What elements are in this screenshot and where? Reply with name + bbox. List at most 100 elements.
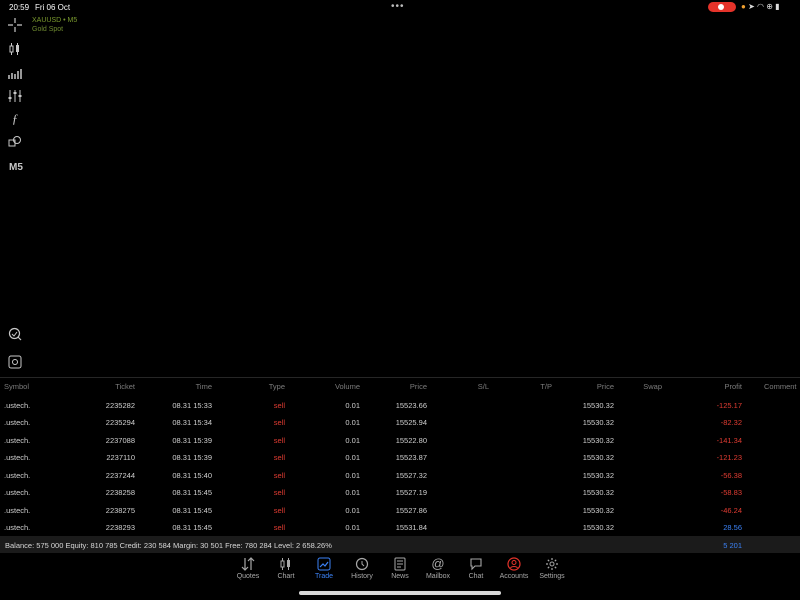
cell-symbol: .ustech. [4,453,31,462]
col-ticket[interactable]: Ticket [95,382,135,391]
nav-history[interactable]: History [342,557,382,580]
cell-profit: -56.38 [720,471,742,480]
nav-quotes[interactable]: Quotes [228,557,268,580]
cell-current-price: 15530.32 [582,488,614,497]
cell-volume: 0.01 [345,471,360,480]
cell-symbol: .ustech. [4,488,31,497]
cell-profit: -121.23 [716,453,742,462]
table-row[interactable]: .ustech. 2235282 08.31 15:33 sell 0.01 1… [0,398,800,415]
status-date: Fri 06 Oct [35,3,71,12]
cell-profit: 28.56 [723,523,742,532]
symbol-description: Gold Spot [32,26,64,33]
cell-time: 08.31 15:40 [172,471,212,480]
cell-time: 08.31 15:45 [172,488,212,497]
cell-price: 15522.80 [395,436,427,445]
account-icon [494,557,534,571]
nav-label: Quotes [236,573,260,580]
cell-ticket: 2238293 [105,523,135,532]
cell-ticket: 2235282 [105,401,135,410]
nav-label: Chat [468,573,484,580]
col-profit[interactable]: Profit [702,382,742,391]
nav-mailbox[interactable]: @ Mailbox [418,557,458,581]
col-volume[interactable]: Volume [320,382,360,391]
status-bar: 20:59 Fri 06 Oct ••• ● ➤ ◠ ⊕ ▮ [0,0,800,14]
cell-time: 08.31 15:33 [172,401,212,410]
table-row[interactable]: .ustech. 2237110 08.31 15:39 sell 0.01 1… [0,450,800,467]
table-row[interactable]: .ustech. 2238275 08.31 15:45 sell 0.01 1… [0,503,800,520]
screen-recording-icon[interactable] [708,2,736,12]
col-type[interactable]: Type [245,382,285,391]
cell-profit: -125.17 [716,401,742,410]
cell-type: sell [273,436,285,445]
candlestick-icon[interactable] [7,41,23,57]
cell-volume: 0.01 [345,436,360,445]
table-row[interactable]: .ustech. 2237244 08.31 15:40 sell 0.01 1… [0,468,800,485]
function-icon[interactable]: ƒ [7,111,23,127]
screenshot-icon[interactable] [7,354,23,370]
cell-type: sell [273,453,285,462]
cell-time: 08.31 15:39 [172,436,212,445]
cell-type: sell [273,471,285,480]
table-row[interactable]: .ustech. 2237088 08.31 15:39 sell 0.01 1… [0,433,800,450]
col-sl[interactable]: S/L [449,382,489,391]
cell-price: 15527.32 [395,471,427,480]
nav-chat[interactable]: Chat [456,557,496,580]
nav-label: Settings [539,573,565,580]
cell-ticket: 2237110 [106,453,135,462]
cell-ticket: 2238275 [105,506,135,515]
cell-price: 15527.86 [395,506,427,515]
cell-time: 08.31 15:39 [172,453,212,462]
table-row[interactable]: .ustech. 2235294 08.31 15:34 sell 0.01 1… [0,415,800,432]
cell-current-price: 15530.32 [582,506,614,515]
nav-trade[interactable]: Trade [304,557,344,580]
col-comment[interactable]: Comment [764,382,797,391]
nav-settings[interactable]: Settings [532,557,572,580]
cell-symbol: .ustech. [4,436,31,445]
col-tp[interactable]: T/P [512,382,552,391]
col-current-price[interactable]: Price [574,382,614,391]
news-icon [380,557,420,571]
cell-ticket: 2238258 [105,488,135,497]
cell-type: sell [273,506,285,515]
cell-symbol: .ustech. [4,418,31,427]
col-swap[interactable]: Swap [622,382,662,391]
status-time: 20:59 [9,3,30,12]
table-row[interactable]: .ustech. 2238293 08.31 15:45 sell 0.01 1… [0,520,800,537]
table-row[interactable]: .ustech. 2238258 08.31 15:45 sell 0.01 1… [0,485,800,502]
cell-price: 15527.19 [395,488,427,497]
symbol-timeframe: M5 [67,17,78,24]
quotes-icon [228,557,268,571]
cell-current-price: 15530.32 [582,418,614,427]
shapes-icon[interactable] [7,134,23,150]
col-time[interactable]: Time [172,382,212,391]
crosshair-icon[interactable] [7,17,23,33]
sliders-icon[interactable] [7,88,23,104]
multitasking-dots-icon[interactable]: ••• [391,1,405,12]
indicators-icon[interactable] [7,65,23,81]
zoom-chart-icon[interactable] [7,326,23,342]
cell-symbol: .ustech. [4,471,31,480]
nav-news[interactable]: News [380,557,420,580]
cell-current-price: 15530.32 [582,436,614,445]
cell-type: sell [273,523,285,532]
table-divider [0,377,800,378]
cell-profit: -141.34 [716,436,742,445]
cell-price: 15523.87 [395,453,427,462]
nav-accounts[interactable]: Accounts [494,557,534,580]
system-status-icons: ● ➤ ◠ ⊕ ▮ [741,2,780,11]
home-indicator[interactable] [299,591,501,595]
balance-summary: Balance: 575 000 Equity: 810 785 Credit:… [5,541,332,550]
cell-volume: 0.01 [345,506,360,515]
timeframe-selector[interactable]: M5 [7,159,25,175]
cell-type: sell [273,418,285,427]
cell-time: 08.31 15:34 [172,418,212,427]
nav-label: Mailbox [425,573,451,580]
col-price[interactable]: Price [387,382,427,391]
cell-profit: -46.24 [720,506,742,515]
chat-bubble-icon [456,557,496,571]
nav-chart[interactable]: Chart [266,557,306,580]
col-symbol[interactable]: Symbol [4,382,29,391]
cell-profit: -58.83 [720,488,742,497]
cell-symbol: .ustech. [4,523,31,532]
cell-volume: 0.01 [345,488,360,497]
